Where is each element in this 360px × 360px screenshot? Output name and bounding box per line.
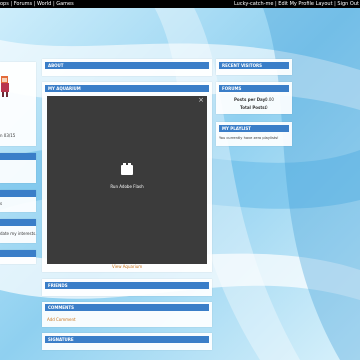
- close-icon[interactable]: ×: [198, 97, 204, 104]
- forums-header: FORUMS: [219, 85, 289, 92]
- signature-header: SIGNATURE: [45, 336, 209, 343]
- left-panel-4: date my interests.: [0, 219, 37, 243]
- left-panel-5: [0, 250, 36, 264]
- left-panel-2-header: [0, 153, 36, 160]
- left-panel-3-text: s: [0, 201, 3, 206]
- run-flash-label: Run Adobe Flash: [110, 184, 144, 189]
- recent-visitors-panel: RECENT VISITORS: [216, 59, 292, 75]
- recent-visitors-header: RECENT VISITORS: [219, 62, 289, 69]
- left-panel-5-header: [0, 250, 36, 257]
- playlist-panel: MY PLAYLIST You currently have zero play…: [216, 122, 292, 146]
- flash-placeholder[interactable]: × Run Adobe Flash: [47, 96, 207, 264]
- left-panel-4-header: [0, 219, 36, 226]
- top-nav-links[interactable]: ops | Forums | World | Games: [0, 0, 74, 8]
- friends-panel: FRIENDS: [42, 279, 212, 296]
- about-header: ABOUT: [45, 62, 209, 69]
- forums-panel: FORUMS Posts per Day: 0.00 Total Posts: …: [216, 82, 292, 114]
- posts-per-day-value: 0.00: [265, 97, 274, 102]
- left-panel-3: s: [0, 190, 36, 212]
- avatar: [1, 76, 9, 97]
- signature-panel: SIGNATURE: [42, 333, 212, 350]
- add-comment-link[interactable]: Add Comment: [47, 317, 76, 322]
- update-interests-text[interactable]: date my interests.: [0, 231, 37, 236]
- playlist-header: MY PLAYLIST: [219, 125, 289, 132]
- comments-panel: COMMENTS Add Comment: [42, 302, 212, 327]
- friends-header: FRIENDS: [45, 282, 209, 289]
- view-aquarium-link[interactable]: View Aquarium: [112, 264, 142, 269]
- playlist-empty-text: You currently have zero playlists!: [219, 136, 279, 140]
- lego-block-icon: [121, 163, 133, 175]
- comments-header: COMMENTS: [45, 304, 209, 311]
- member-since-date: n 03/15: [0, 133, 16, 138]
- left-panel-3-header: [0, 190, 36, 197]
- about-panel: ABOUT: [42, 59, 212, 76]
- profile-card: n 03/15: [0, 62, 36, 146]
- account-links[interactable]: Lucky-catch-me | Edit My Profile Layout …: [234, 0, 359, 8]
- top-navigation-bar: ops | Forums | World | Games Lucky-catch…: [0, 0, 360, 8]
- posts-per-day-label: Posts per Day:: [234, 97, 267, 102]
- total-posts-label: Total Posts:: [240, 105, 267, 110]
- total-posts-value: 0: [265, 105, 268, 110]
- left-panel-2: [0, 153, 36, 183]
- aquarium-header: MY AQUARIUM: [45, 85, 209, 92]
